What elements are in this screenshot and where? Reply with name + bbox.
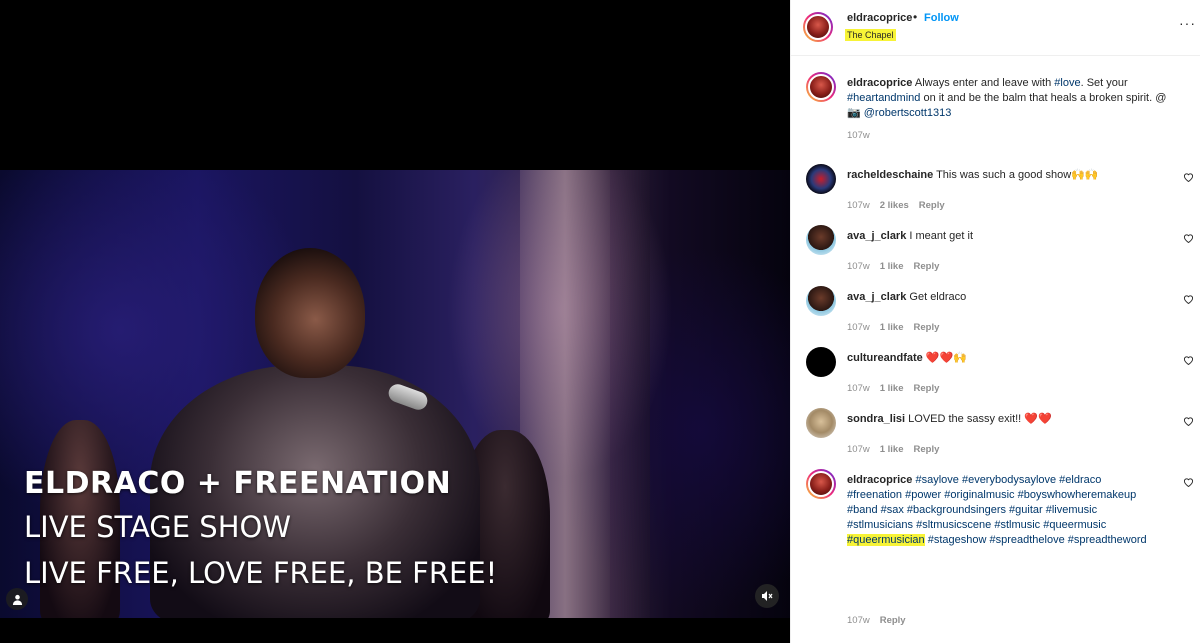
comment-username[interactable]: eldracoprice (847, 474, 912, 486)
caption-text: eldracoprice Always enter and leave with… (847, 76, 1167, 121)
camera-emoji: 📷 (847, 107, 861, 119)
hashtag-link-highlighted[interactable]: #queermusician (847, 534, 925, 546)
avatar[interactable] (806, 225, 836, 255)
comment-message: LOVED the sassy exit!! ❤️❤️ (908, 413, 1052, 425)
avatar[interactable] (806, 72, 836, 102)
hashtag-link[interactable]: #heartandmind (847, 92, 920, 104)
mention-link[interactable]: @robertscott1313 (864, 107, 952, 119)
timestamp[interactable]: 107w (847, 200, 870, 211)
comment-username[interactable]: sondra_lisi (847, 413, 905, 425)
like-comment-button[interactable] (1183, 233, 1194, 246)
video-overlay-title: ELDRACO + FREENATION (24, 466, 452, 501)
heart-outline-icon (1183, 234, 1194, 244)
avatar[interactable] (806, 164, 836, 194)
hashtag-link[interactable]: #band #sax #backgroundsingers #guitar #l… (847, 504, 1097, 516)
like-comment-button[interactable] (1183, 172, 1194, 185)
comment-meta: 107w 1 like Reply (847, 444, 949, 455)
muted-speaker-icon (762, 591, 773, 602)
post-header: eldracoprice • Follow The Chapel ··· (791, 0, 1200, 56)
caption-meta: 107w (847, 130, 880, 141)
comment-username[interactable]: ava_j_clark (847, 230, 906, 242)
timestamp[interactable]: 107w (847, 261, 870, 272)
timestamp[interactable]: 107w (847, 615, 870, 626)
comment-text: racheldeschaine This was such a good sho… (847, 168, 1167, 183)
reply-button[interactable]: Reply (914, 261, 940, 272)
comment-username[interactable]: racheldeschaine (847, 169, 933, 181)
header-username[interactable]: eldracoprice (847, 12, 912, 24)
comment-meta: 107w 2 likes Reply (847, 200, 955, 211)
tagged-users-button[interactable] (6, 588, 28, 610)
reply-button[interactable]: Reply (914, 444, 940, 455)
hashtag-link[interactable]: #love (1054, 77, 1080, 89)
hashtag-link[interactable]: #stlmusicians #sltmusicscene #stlmusic #… (847, 519, 1106, 531)
comment-message: Get eldraco (909, 291, 967, 303)
heart-outline-icon (1183, 478, 1194, 488)
hashtag-link[interactable]: #stageshow #spreadthelove #spreadtheword (925, 534, 1147, 546)
mute-button[interactable] (755, 584, 779, 608)
video-overlay-tagline: LIVE FREE, LOVE FREE, BE FREE! (24, 556, 498, 590)
avatar[interactable] (803, 12, 833, 42)
caption-segment: on it and be the balm that heals a broke… (920, 92, 1167, 104)
comment-message: This was such a good show🙌🙌 (936, 169, 1099, 181)
likes-count[interactable]: 1 like (880, 322, 904, 333)
likes-count[interactable]: 2 likes (880, 200, 909, 211)
comment-meta: 107w Reply (847, 615, 916, 626)
like-comment-button[interactable] (1183, 294, 1194, 307)
reply-button[interactable]: Reply (914, 322, 940, 333)
avatar[interactable] (806, 469, 836, 499)
follow-button[interactable]: Follow (924, 12, 959, 24)
hashtag-link[interactable]: #saylove #everybodysaylove #eldraco (915, 474, 1101, 486)
comment-meta: 107w 1 like Reply (847, 383, 949, 394)
comment-meta: 107w 1 like Reply (847, 322, 949, 333)
post-media[interactable]: ELDRACO + FREENATION LIVE STAGE SHOW LIV… (0, 0, 790, 643)
heart-outline-icon (1183, 356, 1194, 366)
performer-head (255, 248, 365, 378)
avatar[interactable] (806, 347, 836, 377)
heart-outline-icon (1183, 295, 1194, 305)
timestamp[interactable]: 107w (847, 322, 870, 333)
stage-curtain-shadow (610, 170, 650, 618)
heart-outline-icon (1183, 417, 1194, 427)
comment-text: eldracoprice #saylove #everybodysaylove … (847, 473, 1167, 548)
location-link[interactable]: The Chapel (845, 29, 896, 41)
caption-segment: . Set your (1080, 77, 1128, 89)
timestamp[interactable]: 107w (847, 444, 870, 455)
like-comment-button[interactable] (1183, 416, 1194, 429)
caption-username[interactable]: eldracoprice (847, 77, 912, 89)
person-icon (12, 594, 22, 605)
comment-username[interactable]: cultureandfate (847, 352, 923, 364)
post-side-panel: eldracoprice • Follow The Chapel ··· eld… (790, 0, 1200, 643)
heart-outline-icon (1183, 173, 1194, 183)
reply-button[interactable]: Reply (880, 615, 906, 626)
comment-message: ❤️❤️🙌 (925, 352, 967, 364)
more-options-icon[interactable]: ··· (1179, 15, 1196, 31)
reply-button[interactable]: Reply (919, 200, 945, 211)
comment-text: sondra_lisi LOVED the sassy exit!! ❤️❤️ (847, 412, 1167, 427)
reply-button[interactable]: Reply (914, 383, 940, 394)
likes-count[interactable]: 1 like (880, 444, 904, 455)
likes-count[interactable]: 1 like (880, 383, 904, 394)
timestamp[interactable]: 107w (847, 130, 870, 141)
like-comment-button[interactable] (1183, 355, 1194, 368)
video-overlay-subtitle: LIVE STAGE SHOW (24, 510, 292, 544)
comment-text: ava_j_clark I meant get it (847, 229, 1167, 244)
comment-message: I meant get it (909, 230, 973, 242)
comment-username[interactable]: ava_j_clark (847, 291, 906, 303)
like-comment-button[interactable] (1183, 477, 1194, 490)
separator-dot: • (913, 10, 918, 24)
comment-meta: 107w 1 like Reply (847, 261, 949, 272)
avatar[interactable] (806, 408, 836, 438)
avatar[interactable] (806, 286, 836, 316)
comment-text: ava_j_clark Get eldraco (847, 290, 1167, 305)
hashtag-link[interactable]: #freenation #power #originalmusic #boysw… (847, 489, 1136, 501)
timestamp[interactable]: 107w (847, 383, 870, 394)
comment-text: cultureandfate ❤️❤️🙌 (847, 351, 1167, 366)
caption-segment: Always enter and leave with (914, 77, 1055, 89)
likes-count[interactable]: 1 like (880, 261, 904, 272)
video-player[interactable]: ELDRACO + FREENATION LIVE STAGE SHOW LIV… (0, 170, 790, 618)
